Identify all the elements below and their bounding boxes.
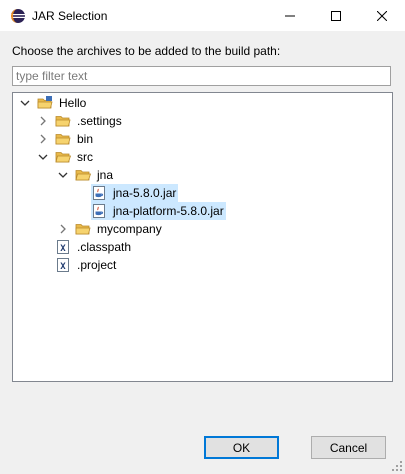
- tree-item-label: .project: [77, 258, 117, 272]
- eclipse-icon: [10, 8, 26, 24]
- tree-item-jna[interactable]: jna: [57, 166, 115, 184]
- tree-item-settings[interactable]: .settings: [37, 112, 124, 130]
- tree-item-bin[interactable]: bin: [37, 130, 95, 148]
- tree-item-label: .classpath: [77, 240, 132, 254]
- tree-item-hello[interactable]: Hello: [19, 94, 88, 112]
- project-folder-icon: [37, 95, 53, 111]
- tree-item-jna-jar[interactable]: jna-5.8.0.jar: [91, 184, 179, 202]
- tree-item-src[interactable]: src: [37, 148, 95, 166]
- maximize-button[interactable]: [313, 0, 359, 31]
- chevron-right-icon[interactable]: [37, 133, 49, 145]
- folder-icon: [75, 221, 91, 237]
- chevron-down-icon[interactable]: [37, 151, 49, 163]
- tree-item-jna-platform-jar[interactable]: jna-platform-5.8.0.jar: [91, 202, 226, 220]
- cancel-button[interactable]: Cancel: [311, 436, 386, 459]
- svg-text:X: X: [60, 244, 66, 254]
- maximize-icon: [331, 10, 341, 21]
- chevron-down-icon[interactable]: [57, 169, 69, 181]
- tree-item-project[interactable]: X .project: [55, 256, 118, 274]
- folder-icon: [55, 113, 71, 129]
- tree-item-label: .settings: [77, 114, 122, 128]
- window-title: JAR Selection: [32, 9, 108, 23]
- jar-file-icon: [91, 185, 107, 201]
- tree-item-mycompany[interactable]: mycompany: [57, 220, 164, 238]
- minimize-button[interactable]: [267, 0, 313, 31]
- title-bar: JAR Selection: [0, 0, 405, 31]
- tree-item-label: Hello: [59, 96, 87, 110]
- file-tree[interactable]: Hello .settings bin src jna jna-5.8.0.ja…: [12, 92, 393, 382]
- resize-grip-icon[interactable]: [391, 460, 403, 472]
- minimize-icon: [285, 15, 295, 16]
- dialog-prompt: Choose the archives to be added to the b…: [12, 44, 281, 58]
- close-icon: [377, 10, 387, 21]
- folder-open-icon: [55, 149, 71, 165]
- xml-file-icon: X: [55, 257, 71, 273]
- svg-text:X: X: [60, 262, 66, 272]
- chevron-down-icon[interactable]: [19, 97, 31, 109]
- tree-item-label: jna-platform-5.8.0.jar: [113, 204, 224, 218]
- folder-icon: [55, 131, 71, 147]
- tree-item-classpath[interactable]: X .classpath: [55, 238, 133, 256]
- tree-item-label: jna: [97, 168, 114, 182]
- tree-item-label: mycompany: [97, 222, 162, 236]
- folder-open-icon: [75, 167, 91, 183]
- ok-button[interactable]: OK: [204, 436, 279, 459]
- tree-item-label: bin: [77, 132, 94, 146]
- jar-file-icon: [91, 203, 107, 219]
- tree-item-label: src: [77, 150, 93, 164]
- xml-file-icon: X: [55, 239, 71, 255]
- chevron-right-icon[interactable]: [37, 115, 49, 127]
- close-button[interactable]: [359, 0, 405, 31]
- filter-input[interactable]: [12, 66, 391, 86]
- chevron-right-icon[interactable]: [57, 223, 69, 235]
- tree-item-label: jna-5.8.0.jar: [113, 186, 177, 200]
